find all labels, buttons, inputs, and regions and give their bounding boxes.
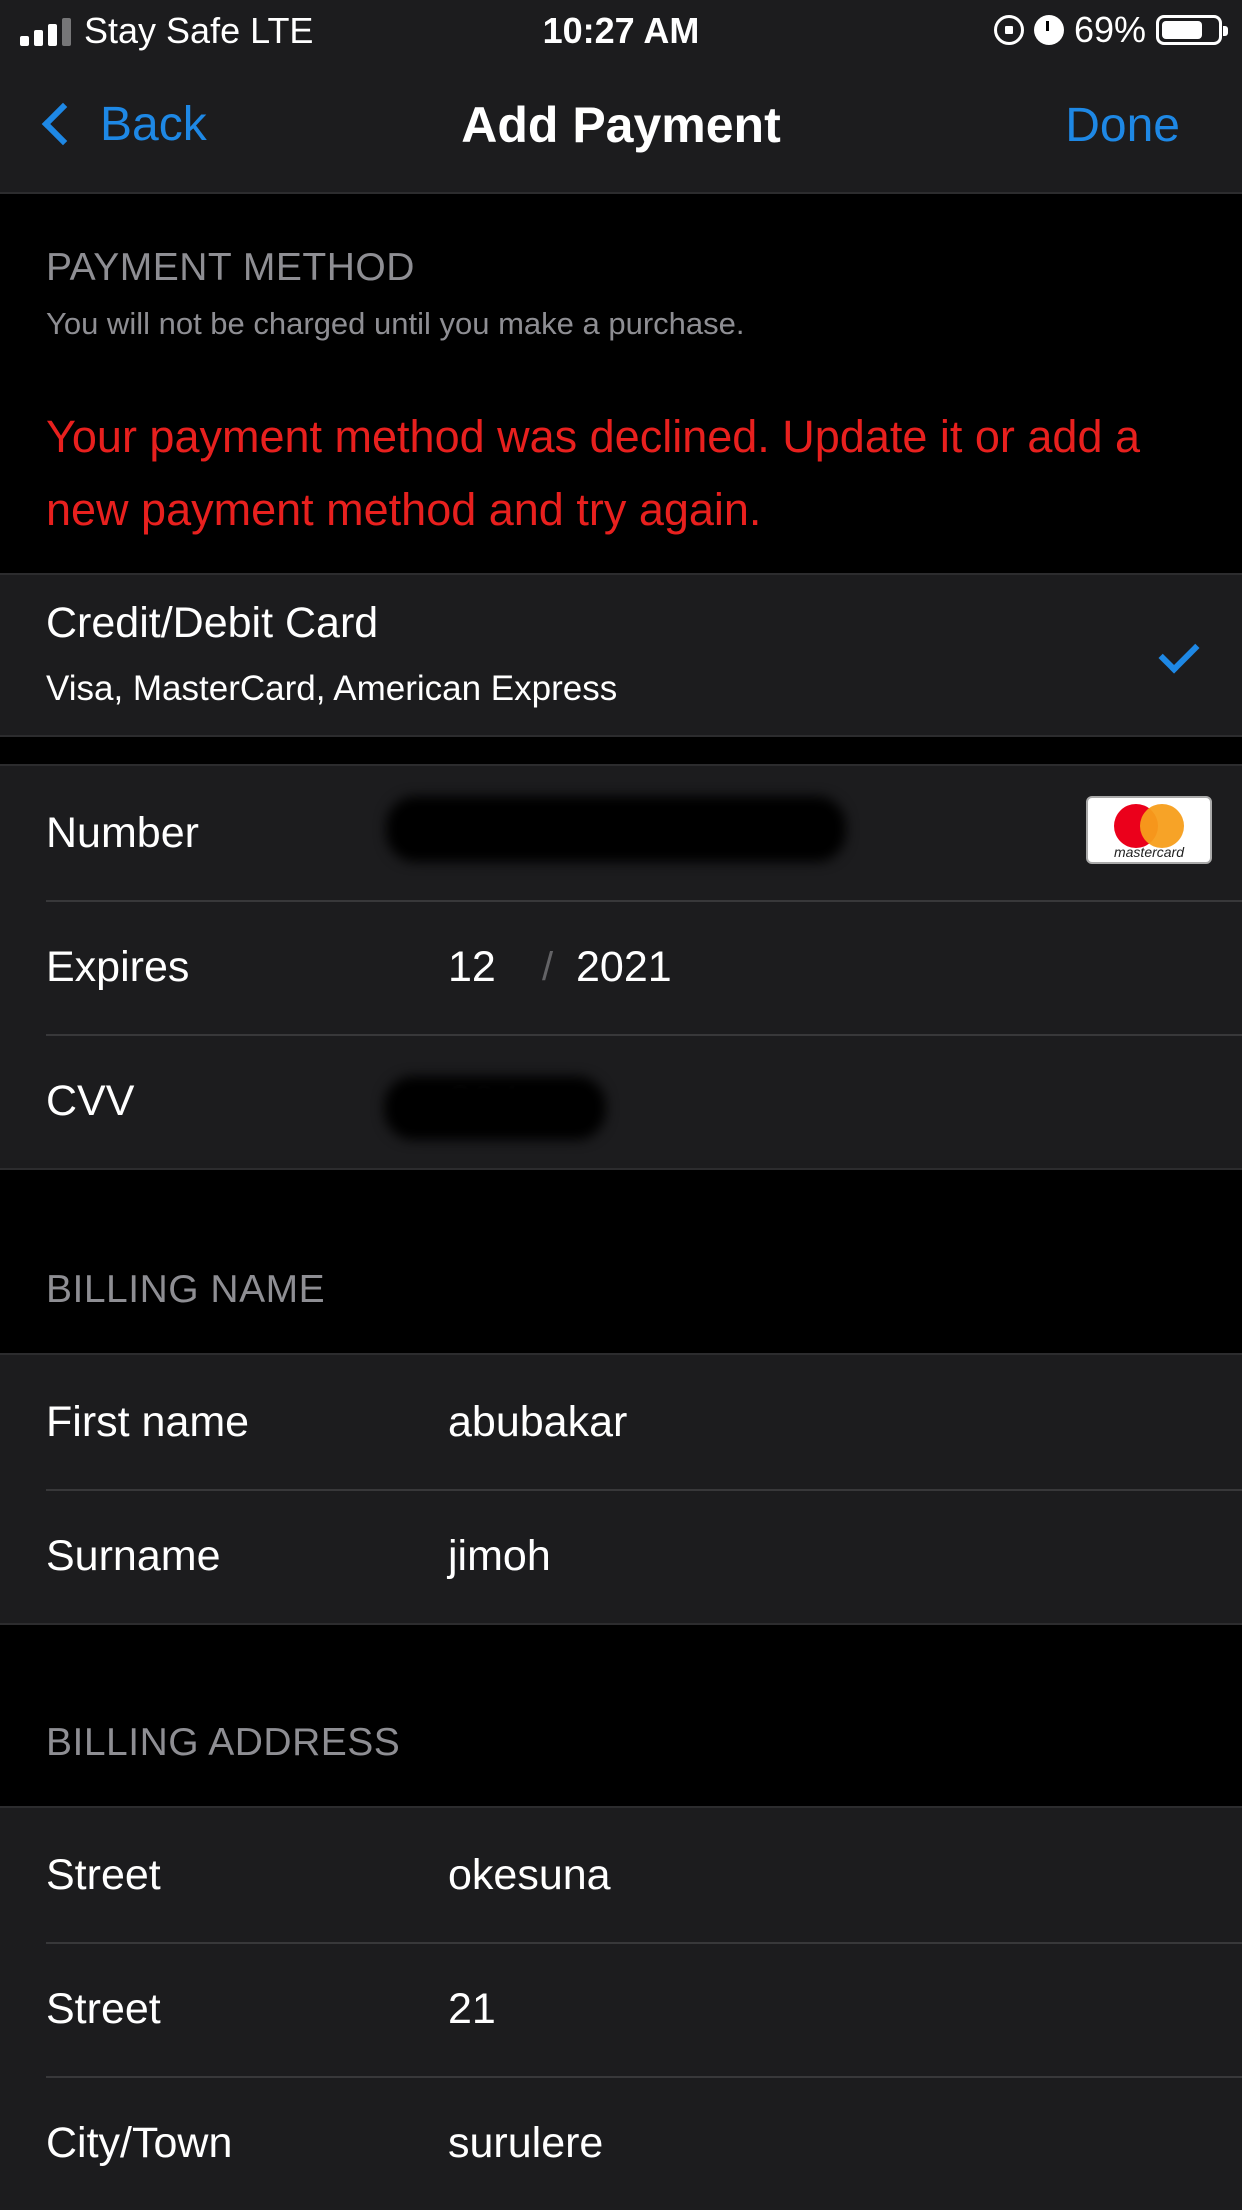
payment-method-header: PAYMENT METHOD xyxy=(46,246,415,289)
surname-label: Surname xyxy=(46,1532,221,1580)
alarm-icon xyxy=(1033,15,1064,45)
street-row-2[interactable]: Street 21 xyxy=(0,1942,1242,2076)
page-title: Add Payment xyxy=(461,97,781,153)
payment-method-subtext: You will not be charged until you make a… xyxy=(46,306,745,341)
declined-error-message: Your payment method was declined. Update… xyxy=(46,411,1141,535)
navigation-bar: Back Add Payment Done xyxy=(0,62,1242,194)
city-field[interactable]: surulere xyxy=(448,2076,603,2210)
expires-year-field[interactable]: 2021 xyxy=(576,900,672,1034)
billing-address-group: Street okesuna Street 21 City/Town surul… xyxy=(0,1806,1242,2210)
street-row[interactable]: Street okesuna xyxy=(0,1808,1242,1942)
first-name-label: First name xyxy=(46,1398,250,1446)
card-number-label: Number xyxy=(46,809,199,857)
city-label: City/Town xyxy=(46,2119,233,2167)
billing-name-header: BILLING NAME xyxy=(46,1268,326,1311)
battery-icon xyxy=(1156,15,1228,45)
payment-option-title: Credit/Debit Card xyxy=(46,599,379,647)
first-name-row[interactable]: First name abubakar xyxy=(0,1355,1242,1489)
expires-separator: / xyxy=(542,945,554,989)
done-button[interactable]: Done xyxy=(1065,98,1180,153)
surname-row[interactable]: Surname jimoh xyxy=(0,1489,1242,1623)
street-label: Street xyxy=(46,1851,161,1899)
surname-field[interactable]: jimoh xyxy=(448,1489,551,1623)
expires-month-field[interactable]: 12 xyxy=(448,900,496,1034)
battery-percent: 69% xyxy=(1073,9,1146,50)
card-details-group: Number 5399 ···· 4381 5360 mastercard Ex… xyxy=(0,764,1242,1170)
card-number-row[interactable]: Number 5399 ···· 4381 5360 mastercard xyxy=(0,766,1242,900)
status-bar: Stay Safe LTE 10:27 AM 69% xyxy=(0,0,1242,62)
cvv-row[interactable]: CVV 204 xyxy=(0,1034,1242,1168)
first-name-field[interactable]: abubakar xyxy=(448,1355,627,1489)
expires-row[interactable]: Expires 12 / 2021 xyxy=(0,900,1242,1034)
payment-option-credit-card[interactable]: Credit/Debit Card Visa, MasterCard, Amer… xyxy=(0,573,1242,737)
checkmark-icon xyxy=(1158,632,1200,674)
city-row[interactable]: City/Town surulere xyxy=(0,2076,1242,2210)
street-field-2[interactable]: 21 xyxy=(448,1942,496,2076)
mastercard-logo-icon: mastercard xyxy=(1086,796,1212,864)
redaction-mark xyxy=(386,796,846,862)
payment-option-subtitle: Visa, MasterCard, American Express xyxy=(46,669,618,708)
street-field[interactable]: okesuna xyxy=(448,1808,611,1942)
billing-name-group: First name abubakar Surname jimoh xyxy=(0,1353,1242,1625)
redaction-mark xyxy=(384,1076,606,1140)
rotation-lock-icon xyxy=(993,15,1024,45)
street-label-2: Street xyxy=(46,1985,161,2033)
expires-label: Expires xyxy=(46,943,190,991)
cvv-label: CVV xyxy=(46,1077,135,1125)
billing-address-header: BILLING ADDRESS xyxy=(46,1721,401,1764)
